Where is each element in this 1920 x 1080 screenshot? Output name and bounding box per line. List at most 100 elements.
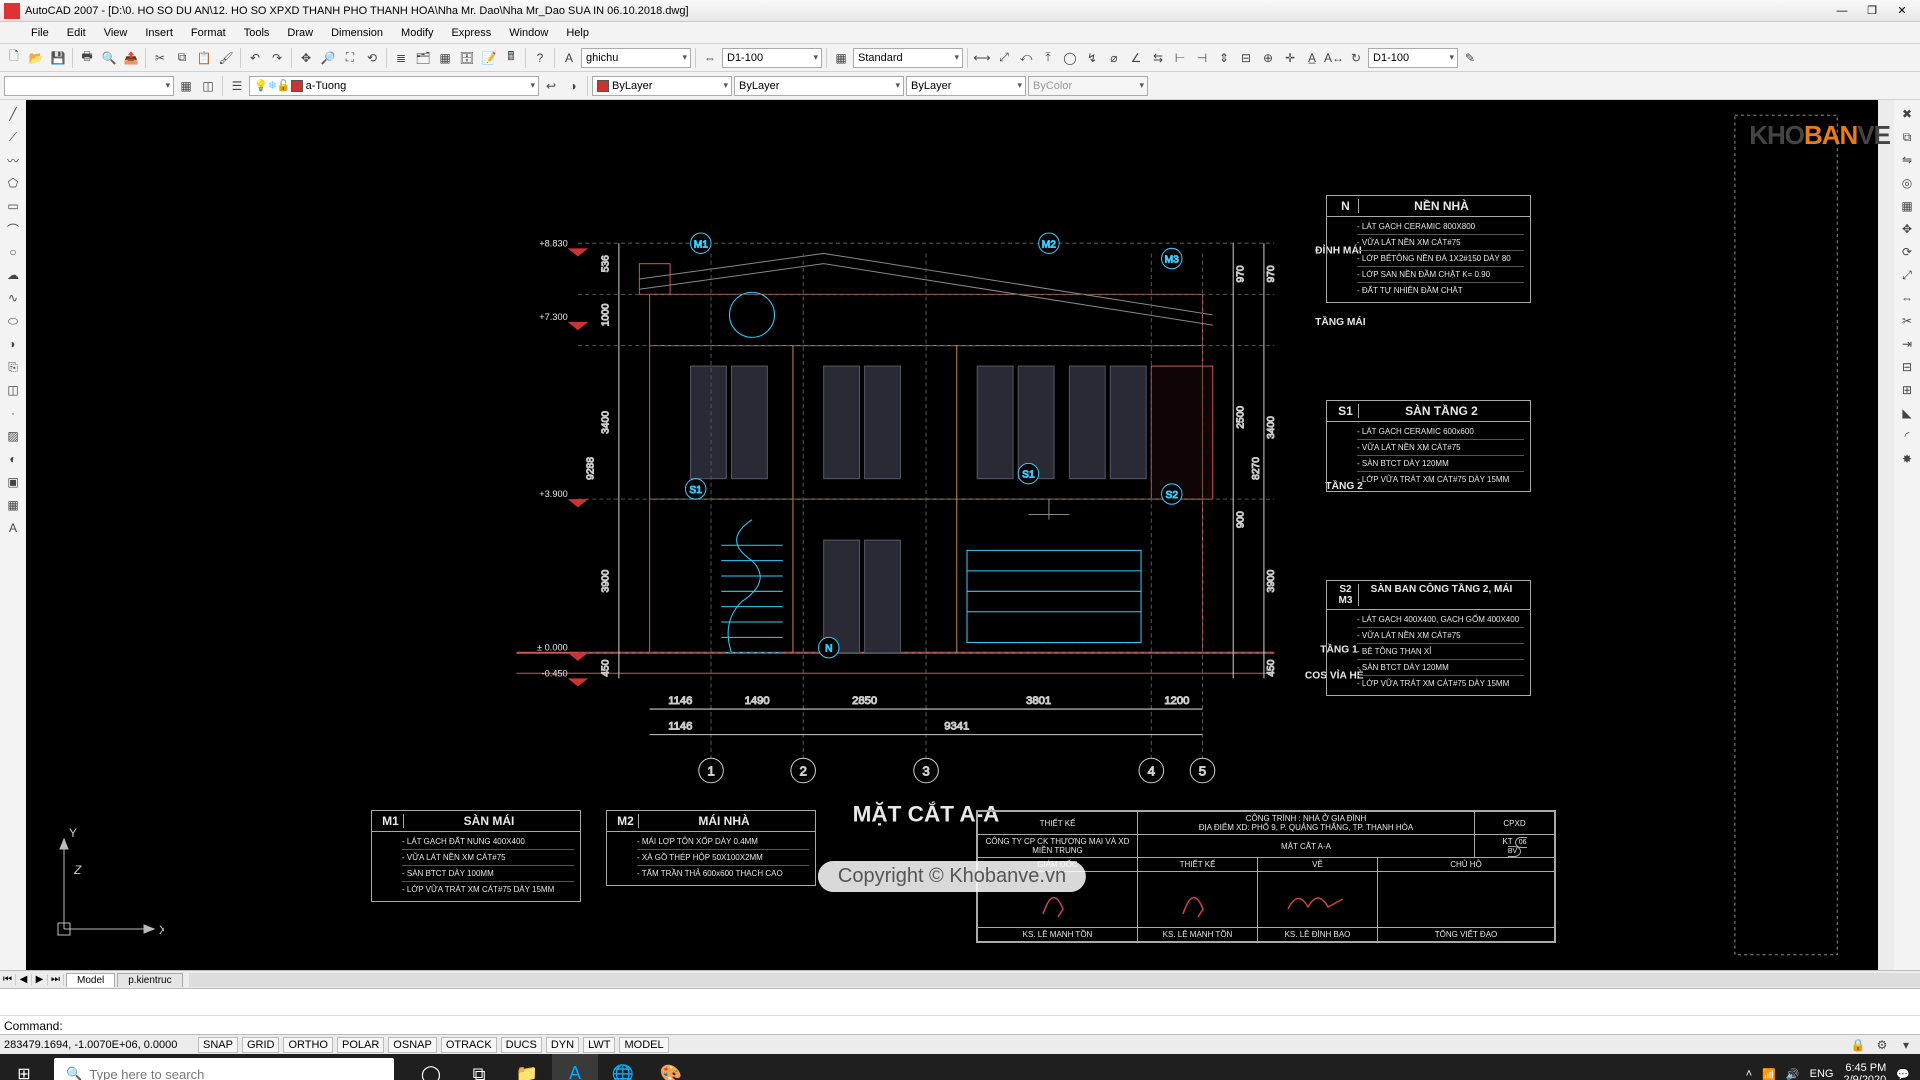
dimed-icon[interactable]: A̲: [1302, 48, 1322, 68]
cortana-icon[interactable]: ◯: [408, 1054, 454, 1080]
explode-icon[interactable]: ✸: [1897, 449, 1917, 469]
menu-tools[interactable]: Tools: [235, 24, 279, 42]
menu-insert[interactable]: Insert: [136, 24, 182, 42]
chrome-icon[interactable]: 🌐: [600, 1054, 646, 1080]
opt1-icon[interactable]: ▦: [176, 76, 196, 96]
tray-chevron-icon[interactable]: ˄: [1746, 1068, 1752, 1080]
table-icon[interactable]: ▦: [831, 48, 851, 68]
arc-icon[interactable]: ⌒: [3, 219, 23, 239]
layerprev-icon[interactable]: ↩: [541, 76, 561, 96]
dimstyle-combo[interactable]: D1-100: [722, 48, 822, 68]
toggle-otrack[interactable]: OTRACK: [441, 1037, 497, 1053]
start-button[interactable]: ⊞: [0, 1054, 48, 1080]
menu-edit[interactable]: Edit: [58, 24, 95, 42]
status-tray-icon[interactable]: ▾: [1896, 1035, 1916, 1055]
calc-icon[interactable]: 🖩: [501, 48, 521, 68]
scrollbar-v[interactable]: [1878, 100, 1894, 970]
status-annovi-icon[interactable]: ⚙: [1872, 1035, 1892, 1055]
circle-icon[interactable]: ○: [3, 242, 23, 262]
command-input[interactable]: Command:: [0, 1015, 1920, 1035]
ellipse-icon[interactable]: ⬭: [3, 311, 23, 331]
text-icon[interactable]: A: [559, 48, 579, 68]
open-icon[interactable]: 📂: [26, 48, 46, 68]
zoom-prev-icon[interactable]: ⟲: [362, 48, 382, 68]
search-input[interactable]: 🔍 Type here to search: [54, 1058, 394, 1080]
menu-file[interactable]: File: [22, 24, 58, 42]
new-icon[interactable]: 🗋: [4, 48, 24, 68]
dimlin-icon[interactable]: ⟷: [972, 48, 992, 68]
toggle-ducs[interactable]: DUCS: [501, 1037, 542, 1053]
join-icon[interactable]: ⊞: [1897, 380, 1917, 400]
tab-model[interactable]: Model: [66, 973, 115, 987]
trim-icon[interactable]: ✂: [1897, 311, 1917, 331]
polygon-icon[interactable]: ⬠: [3, 173, 23, 193]
paint-icon[interactable]: 🎨: [648, 1054, 694, 1080]
qdim-icon[interactable]: ⇆: [1148, 48, 1168, 68]
toggle-osnap[interactable]: OSNAP: [388, 1037, 437, 1053]
preview-icon[interactable]: 🔍: [99, 48, 119, 68]
line-icon[interactable]: ╱: [3, 104, 23, 124]
dimbrk-icon[interactable]: ⊟: [1236, 48, 1256, 68]
publish-icon[interactable]: 📤: [121, 48, 141, 68]
dimarc-icon[interactable]: ⤺: [1016, 48, 1036, 68]
tol-icon[interactable]: ⊕: [1258, 48, 1278, 68]
toggle-snap[interactable]: SNAP: [198, 1037, 238, 1053]
table2-icon[interactable]: ▦: [3, 495, 23, 515]
toggle-model[interactable]: MODEL: [619, 1037, 668, 1053]
toggle-dyn[interactable]: DYN: [546, 1037, 579, 1053]
tab-prev[interactable]: ◀: [16, 974, 32, 985]
tray-network-icon[interactable]: 📶: [1762, 1068, 1776, 1080]
dimord-icon[interactable]: ⤒: [1038, 48, 1058, 68]
dimupd-icon[interactable]: ↻: [1346, 48, 1366, 68]
ssm-icon[interactable]: 🗄: [457, 48, 477, 68]
tray-lang[interactable]: ENG: [1810, 1068, 1834, 1080]
layermgr-icon[interactable]: ☰: [227, 76, 247, 96]
menu-help[interactable]: Help: [557, 24, 598, 42]
menu-draw[interactable]: Draw: [278, 24, 322, 42]
dimrad-icon[interactable]: ◯: [1060, 48, 1080, 68]
rect-icon[interactable]: ▭: [3, 196, 23, 216]
menu-view[interactable]: View: [95, 24, 137, 42]
unknown-combo[interactable]: [4, 76, 174, 96]
help-icon[interactable]: ?: [530, 48, 550, 68]
move-icon[interactable]: ✥: [1897, 219, 1917, 239]
opt2-icon[interactable]: ◫: [198, 76, 218, 96]
menu-window[interactable]: Window: [500, 24, 557, 42]
dimdia-icon[interactable]: ⌀: [1104, 48, 1124, 68]
dimbase-icon[interactable]: ⊢: [1170, 48, 1190, 68]
linetype-combo[interactable]: ByLayer: [734, 76, 904, 96]
undo-icon[interactable]: ↶: [245, 48, 265, 68]
tablestyle-combo[interactable]: Standard: [853, 48, 963, 68]
dimsp-icon[interactable]: ⇕: [1214, 48, 1234, 68]
menu-format[interactable]: Format: [182, 24, 235, 42]
props-icon[interactable]: ≣: [391, 48, 411, 68]
toolpal-icon[interactable]: ▦: [435, 48, 455, 68]
autocad-taskbar-icon[interactable]: A: [552, 1054, 598, 1080]
dimted-icon[interactable]: A↔: [1324, 48, 1344, 68]
toggle-lwt[interactable]: LWT: [583, 1037, 615, 1053]
dim-icon[interactable]: ⇔: [700, 48, 720, 68]
offset-icon[interactable]: ◎: [1897, 173, 1917, 193]
tab-last[interactable]: ⏭: [48, 974, 64, 985]
gradient-icon[interactable]: ◐: [3, 449, 23, 469]
xline-icon[interactable]: ⟋: [3, 127, 23, 147]
chamfer-icon[interactable]: ◣: [1897, 403, 1917, 423]
toggle-grid[interactable]: GRID: [242, 1037, 280, 1053]
match-icon[interactable]: 🖌: [216, 48, 236, 68]
dimang-icon[interactable]: ∠: [1126, 48, 1146, 68]
cut-icon[interactable]: ✂: [150, 48, 170, 68]
drawing-canvas[interactable]: M1 M2 M3 S1 S1 S2 N +8.830 +7.300 +3.900…: [26, 100, 1878, 970]
mirror-icon[interactable]: ⇋: [1897, 150, 1917, 170]
taskview-icon[interactable]: ⧉: [456, 1054, 502, 1080]
minimize-button[interactable]: —: [1828, 2, 1856, 20]
erase-icon[interactable]: ✖: [1897, 104, 1917, 124]
point-icon[interactable]: ·: [3, 403, 23, 423]
stretch-icon[interactable]: ⇔: [1897, 288, 1917, 308]
copy-icon[interactable]: ⧉: [172, 48, 192, 68]
cen-icon[interactable]: ✛: [1280, 48, 1300, 68]
hatch-icon[interactable]: ▨: [3, 426, 23, 446]
layer-combo[interactable]: 💡❄🔓 a-Tuong: [249, 76, 539, 96]
markup-icon[interactable]: 📝: [479, 48, 499, 68]
dimstyle2-combo[interactable]: D1-100: [1368, 48, 1458, 68]
save-icon[interactable]: 💾: [48, 48, 68, 68]
